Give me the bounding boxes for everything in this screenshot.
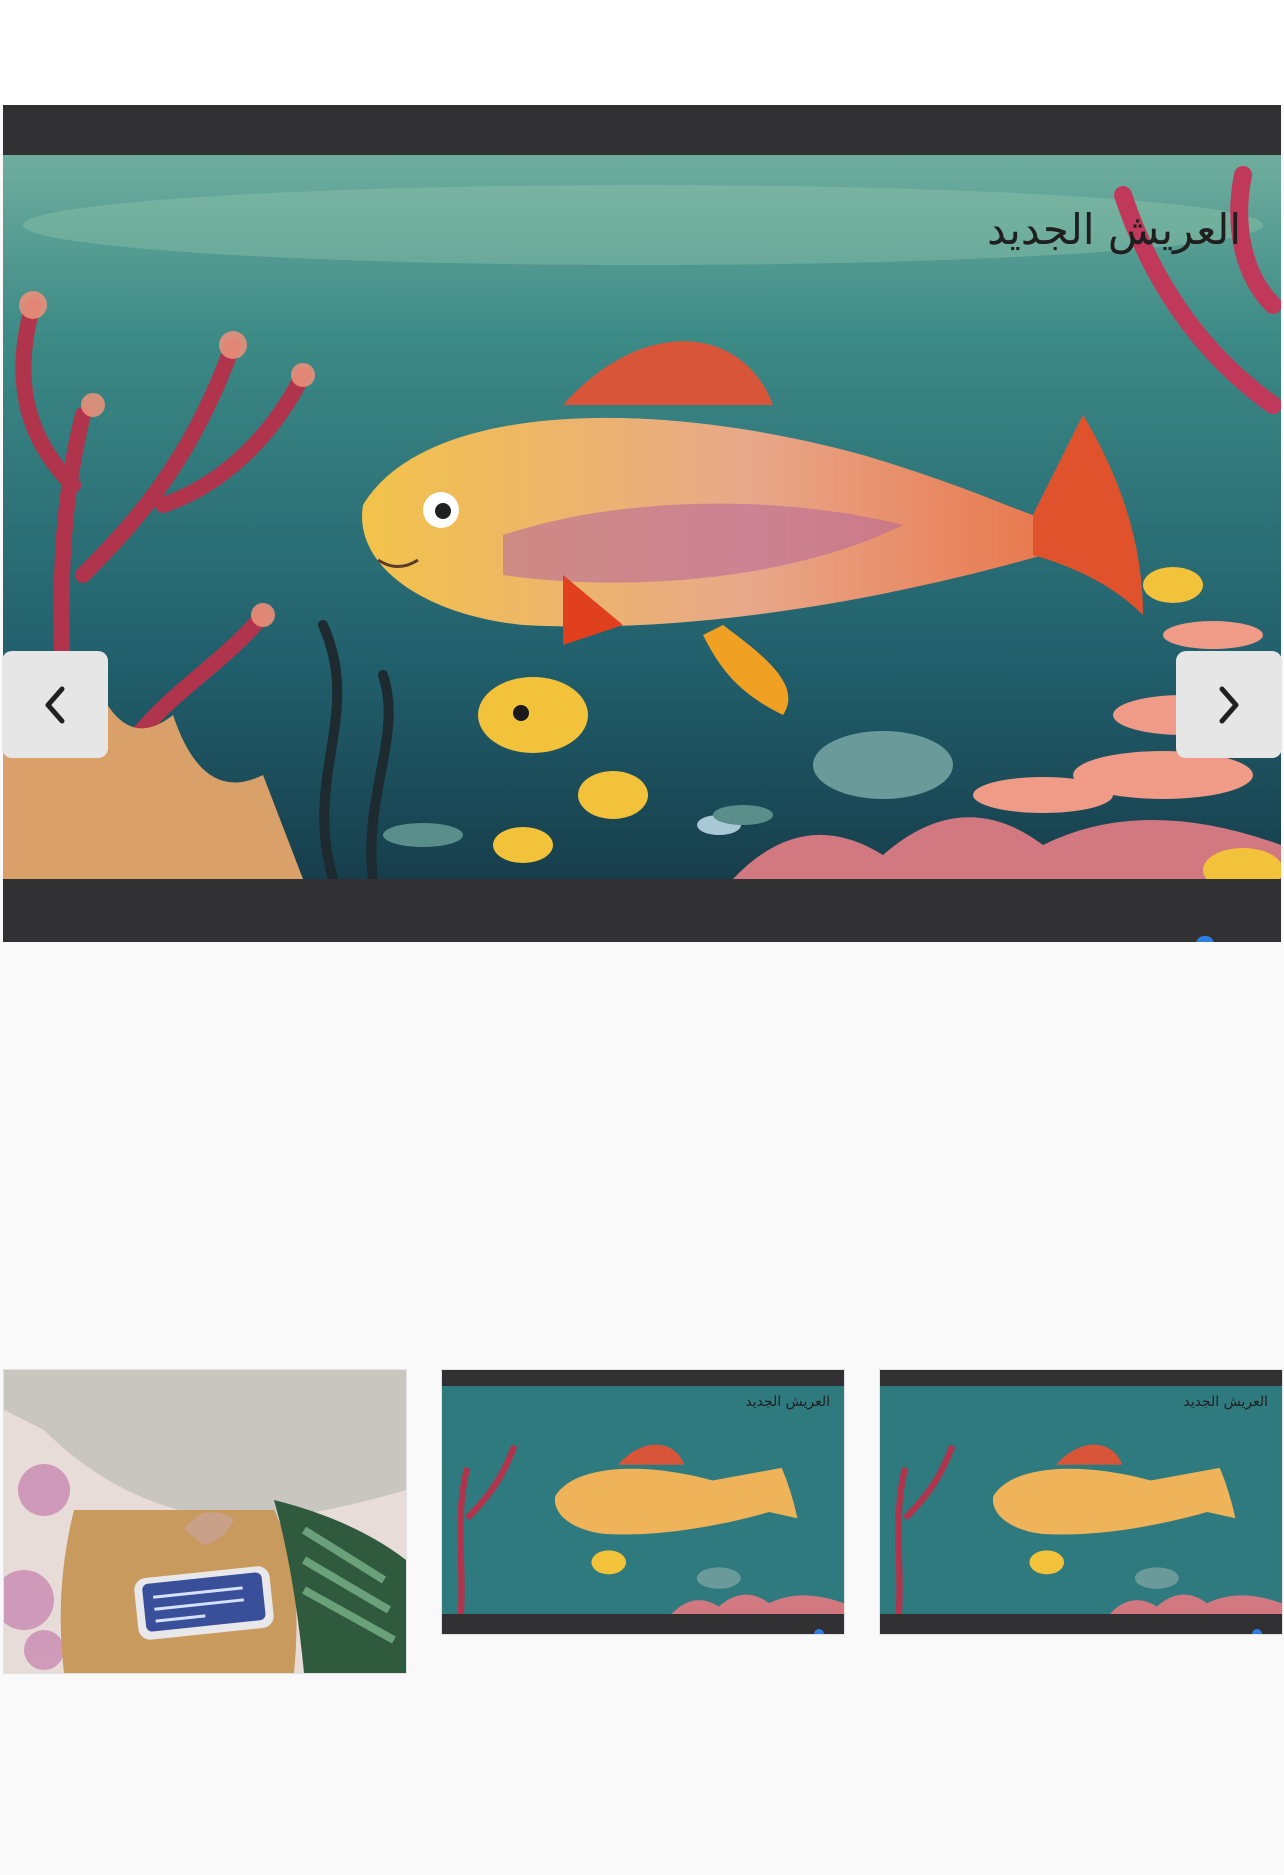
underwater-fish-thumbnail xyxy=(442,1386,844,1614)
thumbnail-divider xyxy=(0,1307,1284,1369)
next-image-button[interactable] xyxy=(1176,651,1282,758)
thumbnail-indicator xyxy=(814,1629,824,1634)
viewer-spacer xyxy=(0,942,1284,1307)
previous-image-button[interactable] xyxy=(2,651,108,758)
chevron-left-icon xyxy=(45,686,65,723)
top-band xyxy=(0,0,1284,105)
thumbnail-photo[interactable] xyxy=(3,1369,407,1674)
thumbnail-frame: العريش الجديد xyxy=(880,1370,1282,1634)
main-image-viewer[interactable]: العريش الجديد xyxy=(3,105,1281,942)
image-caption: العريش الجديد xyxy=(987,205,1241,254)
image-top-strip xyxy=(3,105,1281,155)
underwater-fish-thumbnail xyxy=(880,1386,1282,1614)
phone-on-table-photo xyxy=(4,1370,406,1673)
thumbnail-illustration[interactable]: العريش الجديد xyxy=(441,1369,845,1635)
underwater-fish-illustration xyxy=(3,155,1281,879)
thumbnail-caption: العريش الجديد xyxy=(745,1394,830,1410)
thumbnail-frame: العريش الجديد xyxy=(442,1370,844,1634)
thumbnail-illustration[interactable]: العريش الجديد xyxy=(879,1369,1283,1635)
thumbnail-caption: العريش الجديد xyxy=(1183,1394,1268,1410)
thumbnail-indicator xyxy=(1252,1629,1262,1634)
chevron-right-icon xyxy=(1219,686,1239,723)
